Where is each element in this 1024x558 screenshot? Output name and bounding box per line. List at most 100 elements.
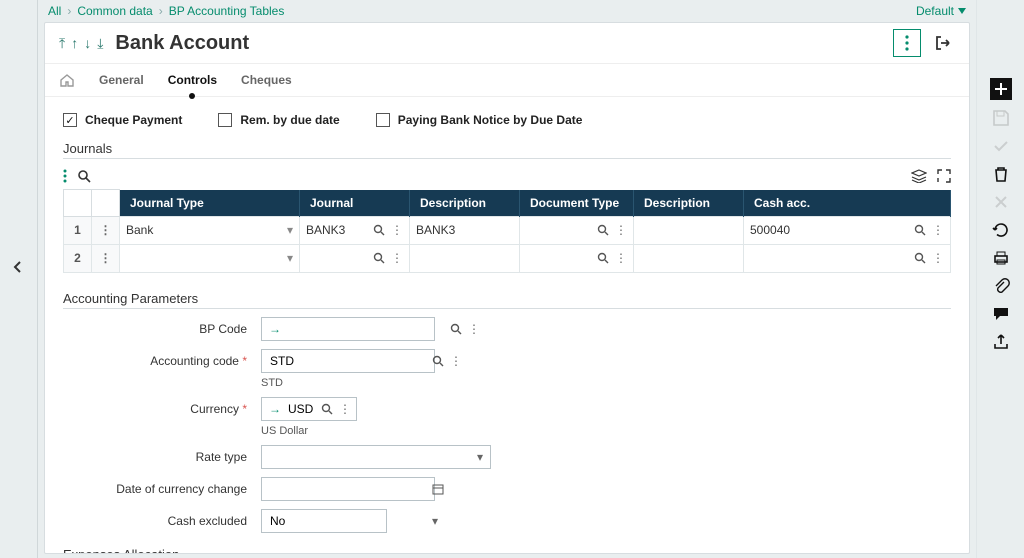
date-change-input[interactable] xyxy=(266,482,429,496)
breadcrumb-bp[interactable]: BP Accounting Tables xyxy=(169,4,285,18)
bp-code-field[interactable]: → ⋮ xyxy=(261,317,435,341)
tab-controls[interactable]: Controls xyxy=(168,65,217,95)
section-expenses-title: Expenses Allocation xyxy=(63,547,951,554)
breadcrumb: All › Common data › BP Accounting Tables… xyxy=(38,0,976,22)
more-icon[interactable]: ⋮ xyxy=(391,251,403,265)
right-rail-save-icon[interactable] xyxy=(977,108,1024,128)
accounting-code-field[interactable]: ⋮ xyxy=(261,349,435,373)
cell-cash-acc[interactable]: 500040⋮ xyxy=(744,216,951,244)
left-rail-expand[interactable] xyxy=(12,260,22,274)
card-header: ⤒ ↑ ↓ ⤓ Bank Account xyxy=(45,23,969,64)
more-icon[interactable]: ⋮ xyxy=(465,322,483,336)
check-icon: ✓ xyxy=(63,113,77,127)
col-description1[interactable]: Description xyxy=(410,190,520,217)
accounting-code-input[interactable] xyxy=(266,354,429,368)
expand-icon[interactable] xyxy=(937,169,951,183)
cash-excluded-field[interactable]: ▾ xyxy=(261,509,387,533)
right-rail-delete-icon[interactable] xyxy=(977,164,1024,184)
search-icon[interactable] xyxy=(429,355,447,367)
right-rail-add-icon[interactable] xyxy=(977,78,1024,100)
tab-cheques[interactable]: Cheques xyxy=(241,65,292,95)
currency-field[interactable]: → ⋮ xyxy=(261,397,357,421)
cell-description2[interactable] xyxy=(634,216,744,244)
default-label: Default xyxy=(916,4,954,18)
right-rail-comment-icon[interactable] xyxy=(977,304,1024,324)
right-rail-refresh-icon[interactable] xyxy=(977,220,1024,240)
nav-next-icon[interactable]: ↓ xyxy=(82,33,93,54)
search-icon[interactable] xyxy=(373,224,385,236)
col-description2[interactable]: Description xyxy=(634,190,744,217)
goto-icon[interactable]: → xyxy=(266,402,284,416)
cell-document-type[interactable]: ⋮ xyxy=(520,216,634,244)
more-icon[interactable]: ⋮ xyxy=(615,223,627,237)
cell-journal-type[interactable]: Bank▾ xyxy=(120,216,300,244)
row-menu-icon[interactable]: ⋮ xyxy=(92,216,120,244)
cell-journal-type[interactable]: ▾ xyxy=(120,244,300,272)
cell-journal[interactable]: ⋮ xyxy=(300,244,410,272)
dropdown-icon[interactable]: ▾ xyxy=(287,223,293,237)
search-icon[interactable] xyxy=(447,323,465,335)
nav-first-icon[interactable]: ⤒ xyxy=(57,33,67,54)
checkbox-cheque-payment[interactable]: ✓ Cheque Payment xyxy=(63,113,182,127)
default-dropdown[interactable]: Default xyxy=(916,4,966,18)
search-icon[interactable] xyxy=(318,403,336,415)
row-menu-icon[interactable]: ⋮ xyxy=(92,244,120,272)
tab-general[interactable]: General xyxy=(99,65,144,95)
right-rail-close-icon[interactable] xyxy=(977,192,1024,212)
nav-last-icon[interactable]: ⤓ xyxy=(95,33,105,54)
journals-menu-icon[interactable] xyxy=(63,169,67,183)
cell-document-type[interactable]: ⋮ xyxy=(520,244,634,272)
layers-icon[interactable] xyxy=(911,169,927,183)
checkbox-paying-bank[interactable]: Paying Bank Notice by Due Date xyxy=(376,113,583,127)
search-icon[interactable] xyxy=(597,224,609,236)
dropdown-icon[interactable]: ▾ xyxy=(429,514,441,528)
date-change-field[interactable] xyxy=(261,477,435,501)
bp-code-input[interactable] xyxy=(284,322,447,336)
more-icon[interactable]: ⋮ xyxy=(932,223,944,237)
row-number: 1 xyxy=(64,216,92,244)
col-journal-type[interactable]: Journal Type xyxy=(120,190,300,217)
exit-button[interactable] xyxy=(929,29,957,57)
cash-excluded-input[interactable] xyxy=(266,514,429,528)
breadcrumb-all[interactable]: All xyxy=(48,4,61,18)
dropdown-icon[interactable]: ▾ xyxy=(474,450,486,464)
more-icon[interactable]: ⋮ xyxy=(336,402,354,416)
right-rail-share-icon[interactable] xyxy=(977,332,1024,352)
cell-description2[interactable] xyxy=(634,244,744,272)
journals-table: Journal Type Journal Description Documen… xyxy=(63,189,951,273)
search-icon[interactable] xyxy=(914,252,926,264)
bp-code-label: BP Code xyxy=(63,322,253,336)
right-rail-attach-icon[interactable] xyxy=(977,276,1024,296)
calendar-icon[interactable] xyxy=(429,483,447,495)
checkbox-empty-icon xyxy=(376,113,390,127)
more-icon[interactable]: ⋮ xyxy=(447,354,465,368)
rate-type-input[interactable] xyxy=(266,450,474,464)
more-icon[interactable]: ⋮ xyxy=(932,251,944,265)
col-document-type[interactable]: Document Type xyxy=(520,190,634,217)
dropdown-icon[interactable]: ▾ xyxy=(287,251,293,265)
col-cash-acc[interactable]: Cash acc. xyxy=(744,190,951,217)
cell-description1[interactable] xyxy=(410,244,520,272)
cheque-payment-label: Cheque Payment xyxy=(85,113,182,127)
more-actions-button[interactable] xyxy=(893,29,921,57)
search-icon[interactable] xyxy=(373,252,385,264)
col-journal[interactable]: Journal xyxy=(300,190,410,217)
rate-type-field[interactable]: ▾ xyxy=(261,445,491,469)
paying-bank-label: Paying Bank Notice by Due Date xyxy=(398,113,583,127)
more-icon[interactable]: ⋮ xyxy=(615,251,627,265)
right-rail-print-icon[interactable] xyxy=(977,248,1024,268)
breadcrumb-common[interactable]: Common data xyxy=(77,4,152,18)
tab-home-icon[interactable] xyxy=(59,64,75,96)
journals-search-icon[interactable] xyxy=(77,169,91,183)
checkbox-rem-by-due[interactable]: Rem. by due date xyxy=(218,113,339,127)
search-icon[interactable] xyxy=(914,224,926,236)
goto-icon[interactable]: → xyxy=(266,322,284,336)
cell-description1[interactable]: BANK3 xyxy=(410,216,520,244)
more-icon[interactable]: ⋮ xyxy=(391,223,403,237)
currency-input[interactable] xyxy=(284,402,318,416)
cell-journal[interactable]: BANK3⋮ xyxy=(300,216,410,244)
cell-cash-acc[interactable]: ⋮ xyxy=(744,244,951,272)
nav-prev-icon[interactable]: ↑ xyxy=(69,33,80,54)
search-icon[interactable] xyxy=(597,252,609,264)
right-rail-check-icon[interactable] xyxy=(977,136,1024,156)
